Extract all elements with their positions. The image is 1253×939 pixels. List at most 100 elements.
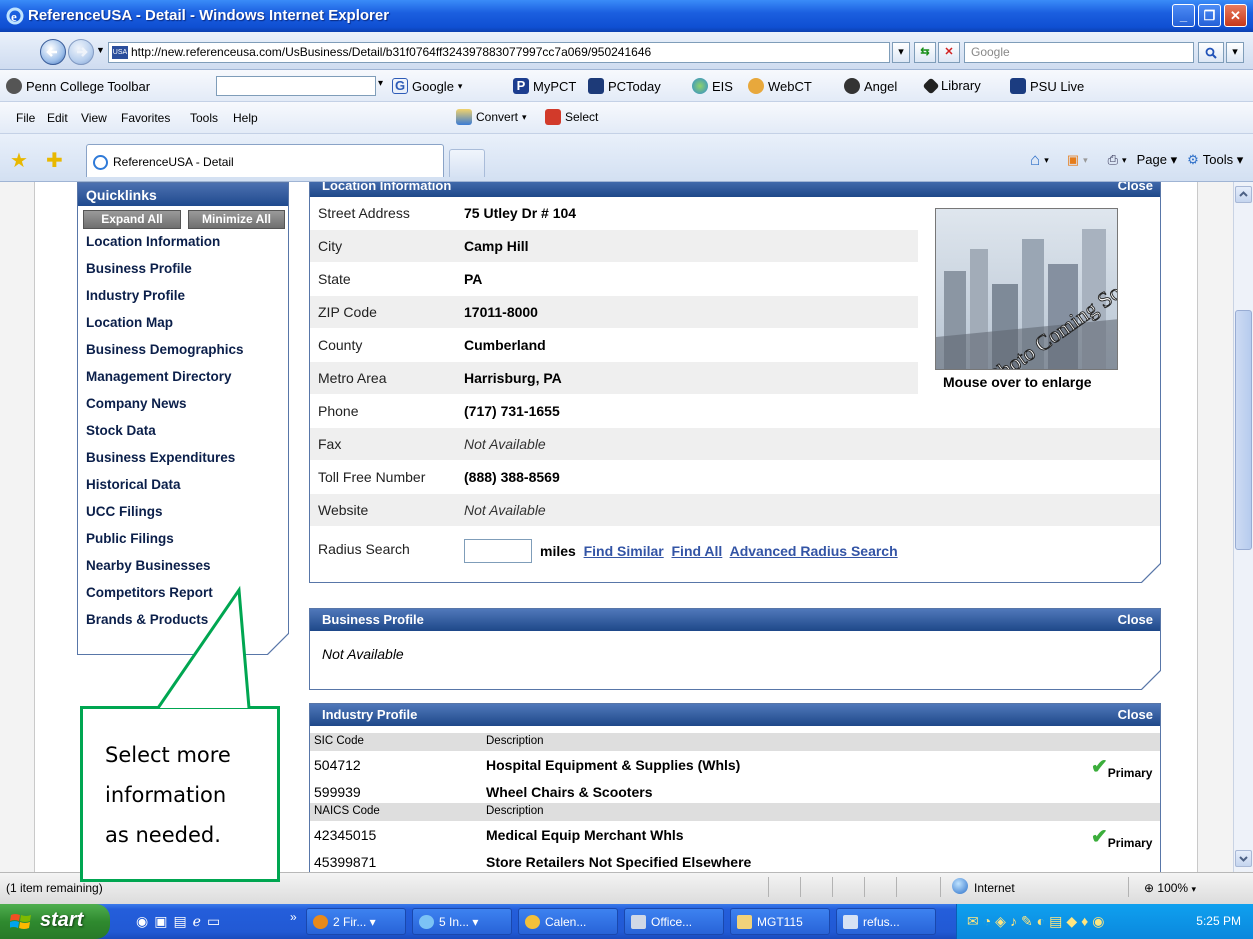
taskbar-item-firefox[interactable]: 2 Fir... ▾ xyxy=(306,908,406,935)
taskbar-item-calendar[interactable]: Calen... xyxy=(518,908,618,935)
select-button[interactable]: Select xyxy=(545,109,598,125)
new-tab-button[interactable] xyxy=(449,149,485,177)
quicklink-item[interactable]: Business Expenditures xyxy=(86,450,235,465)
loading-icon xyxy=(93,155,108,170)
toolbar-link-label: EIS xyxy=(712,78,733,94)
quicklink-item[interactable]: Industry Profile xyxy=(86,288,185,303)
windows-flag-icon xyxy=(10,914,31,929)
find-all-link[interactable]: Find All xyxy=(672,543,723,559)
quicklink-item[interactable]: Historical Data xyxy=(86,477,181,492)
description-header: Description xyxy=(486,805,544,817)
sic-description: Hospital Equipment & Supplies (Whls) xyxy=(486,757,741,773)
refresh-button[interactable]: ⇆ xyxy=(914,42,936,63)
penn-toolbar-button[interactable]: Penn College Toolbar xyxy=(6,78,150,94)
toolbar-link-library[interactable]: Library xyxy=(922,77,981,94)
taskbar-item-office[interactable]: Office... xyxy=(624,908,724,935)
description-header: Description xyxy=(486,735,544,747)
toolbar-link-pctoday[interactable]: PCToday xyxy=(588,78,661,94)
home-icon[interactable]: ⌂ xyxy=(1030,150,1040,170)
url-text: http://new.referenceusa.com/UsBusiness/D… xyxy=(131,45,652,59)
taskbar-item-refus[interactable]: refus... xyxy=(836,908,936,935)
recent-pages-dropdown-icon[interactable]: ▼ xyxy=(96,45,105,55)
quicklink-item[interactable]: Public Filings xyxy=(86,531,174,546)
expand-all-button[interactable]: Expand All xyxy=(83,210,181,229)
industry-profile-panel: Industry Profile Close SIC Code Descript… xyxy=(309,703,1161,872)
tab-referenceusa-detail[interactable]: ReferenceUSA - Detail xyxy=(86,144,444,177)
vertical-scrollbar[interactable] xyxy=(1233,182,1253,872)
toolbar-link-eis[interactable]: EIS xyxy=(692,78,733,94)
mypct-icon: P xyxy=(513,78,529,94)
location-close-link[interactable]: Close xyxy=(1118,182,1153,193)
quick-launch-icons[interactable]: ◉▣▤ℯ▭ xyxy=(136,913,226,930)
url-dropdown-button[interactable]: ▾ xyxy=(892,42,910,63)
location-row-label: Metro Area xyxy=(318,370,387,386)
toolbar-search-input[interactable] xyxy=(216,76,376,96)
location-row-label: Toll Free Number xyxy=(318,469,426,485)
scroll-down-button[interactable] xyxy=(1235,850,1252,867)
back-button[interactable] xyxy=(40,39,66,65)
quicklink-item[interactable]: Stock Data xyxy=(86,423,156,438)
menu-help[interactable]: Help xyxy=(233,111,258,125)
start-button[interactable]: start xyxy=(0,904,110,939)
page-menu[interactable]: Page ▾ xyxy=(1137,152,1178,168)
taskbar-item-ie[interactable]: 5 In... ▾ xyxy=(412,908,512,935)
tray-icons[interactable]: ✉◔◈♪✎◐▤◆♦◉ xyxy=(967,913,1109,930)
menu-favorites[interactable]: Favorites xyxy=(121,111,170,125)
menu-tools[interactable]: Tools xyxy=(190,111,218,125)
search-button[interactable] xyxy=(1198,42,1224,63)
menu-edit[interactable]: Edit xyxy=(47,111,68,125)
url-input[interactable]: USA http://new.referenceusa.com/UsBusine… xyxy=(108,42,890,63)
menu-view[interactable]: View xyxy=(81,111,107,125)
location-row-value: (888) 388-8569 xyxy=(464,469,560,485)
quicklink-item[interactable]: Location Map xyxy=(86,315,173,330)
radius-miles-input[interactable] xyxy=(464,539,532,563)
radius-search-label: Radius Search xyxy=(318,541,410,557)
quicklink-item[interactable]: Business Profile xyxy=(86,261,192,276)
quicklink-item[interactable]: Location Information xyxy=(86,234,220,249)
menu-file[interactable]: File xyxy=(16,111,35,125)
industry-profile-close-link[interactable]: Close xyxy=(1118,707,1153,722)
minimize-all-button[interactable]: Minimize All xyxy=(188,210,285,229)
find-similar-link[interactable]: Find Similar xyxy=(584,543,664,559)
advanced-radius-search-link[interactable]: Advanced Radius Search xyxy=(730,543,898,559)
location-row-label: ZIP Code xyxy=(318,304,377,320)
quicklink-item[interactable]: Brands & Products xyxy=(86,612,208,627)
quick-launch-more-icon[interactable]: » xyxy=(290,910,297,924)
table-row: 45399871 Store Retailers Not Specified E… xyxy=(310,848,1160,872)
favorites-star-icon[interactable]: ★ xyxy=(10,148,28,173)
naics-header-row: NAICS Code Description xyxy=(310,803,1160,821)
stop-button[interactable]: ✕ xyxy=(938,42,960,63)
quicklink-item[interactable]: Management Directory xyxy=(86,369,232,384)
quicklink-item[interactable]: UCC Filings xyxy=(86,504,163,519)
close-window-button[interactable]: ✕ xyxy=(1224,4,1247,27)
taskbar-item-mgt115[interactable]: MGT115 xyxy=(730,908,830,935)
toolbar-link-angel[interactable]: Angel xyxy=(844,78,897,94)
search-options-button[interactable]: ▾ xyxy=(1226,42,1244,63)
scroll-up-button[interactable] xyxy=(1235,186,1252,203)
zoom-control[interactable]: ⊕ 100% ▾ xyxy=(1144,881,1196,895)
add-favorites-icon[interactable]: ✚ xyxy=(46,148,63,173)
toolbar-link-webct[interactable]: WebCT xyxy=(748,78,812,94)
print-icon[interactable]: ⎙ xyxy=(1108,152,1118,168)
feeds-icon[interactable]: ▣ xyxy=(1067,152,1079,168)
maximize-button[interactable]: ❐ xyxy=(1198,4,1221,27)
minimize-button[interactable]: _ xyxy=(1172,4,1195,27)
toolbar-link-mypct[interactable]: P MyPCT xyxy=(513,78,576,94)
quicklink-item[interactable]: Company News xyxy=(86,396,187,411)
toolbar-link-psu-live[interactable]: PSU Live xyxy=(1010,78,1084,94)
start-label: start xyxy=(40,909,84,931)
quicklink-item[interactable]: Business Demographics xyxy=(86,342,244,357)
convert-button[interactable]: Convert ▾ xyxy=(456,109,527,125)
business-profile-close-link[interactable]: Close xyxy=(1118,612,1153,627)
scroll-thumb[interactable] xyxy=(1235,310,1252,550)
business-photo-placeholder[interactable]: Photo Coming Soon xyxy=(935,208,1118,370)
quicklink-item[interactable]: Nearby Businesses xyxy=(86,558,211,573)
search-input[interactable]: Google xyxy=(964,42,1194,63)
tools-menu[interactable]: Tools ▾ xyxy=(1203,152,1244,168)
forward-button[interactable] xyxy=(68,39,94,65)
google-button[interactable]: G Google ▾ xyxy=(392,78,462,94)
quicklink-item[interactable]: Competitors Report xyxy=(86,585,213,600)
location-row: County Cumberland xyxy=(310,329,918,361)
toolbar-search-dropdown[interactable]: ▾ xyxy=(378,78,383,89)
tools-gear-icon[interactable]: ⚙ xyxy=(1187,152,1199,168)
